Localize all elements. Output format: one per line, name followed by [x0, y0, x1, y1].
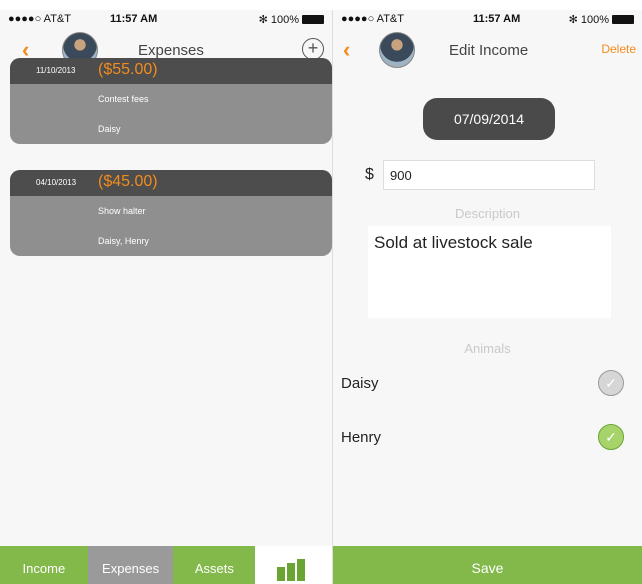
- expense-amount: ($55.00): [98, 61, 158, 78]
- expense-card-header: 04/10/2013 ($45.00): [10, 170, 332, 196]
- amount-input[interactable]: [383, 160, 595, 190]
- tab-chart[interactable]: [255, 546, 332, 584]
- add-expense-button[interactable]: +: [302, 38, 324, 60]
- bluetooth-icon: ✻: [568, 14, 578, 26]
- expenses-screen: ●●●●○ AT&T 11:57 AM ✻ 100% ‹ Expenses + …: [0, 10, 333, 584]
- currency-symbol: $: [365, 166, 374, 183]
- status-time: 11:57 AM: [473, 13, 521, 25]
- animal-name: Daisy: [341, 375, 379, 392]
- top-crop-strip: [0, 0, 642, 10]
- animal-row-daisy[interactable]: Daisy ✓: [333, 370, 642, 400]
- bluetooth-icon: ✻: [258, 14, 268, 26]
- battery-icon: [612, 15, 634, 24]
- status-time: 11:57 AM: [110, 13, 158, 25]
- unchecked-circle-icon[interactable]: ✓: [598, 370, 624, 396]
- expense-animals: Daisy: [98, 124, 121, 134]
- expense-description: Show halter: [98, 206, 146, 216]
- save-button[interactable]: Save: [333, 546, 642, 584]
- expense-amount: ($45.00): [98, 173, 158, 190]
- nav-bar: ‹ Edit Income Delete: [333, 30, 642, 72]
- battery-indicator: ✻ 100%: [259, 13, 324, 26]
- battery-indicator: ✻ 100%: [569, 13, 634, 26]
- expense-date: 04/10/2013: [36, 178, 77, 187]
- expense-description-row: Show halter: [10, 196, 332, 226]
- carrier-label: ●●●●○ AT&T: [341, 13, 404, 25]
- expense-description: Contest fees: [98, 94, 149, 104]
- battery-percent: 100%: [580, 13, 609, 26]
- expense-animals: Daisy, Henry: [98, 236, 149, 246]
- expense-animals-row: Daisy, Henry: [10, 226, 332, 256]
- page-title: Edit Income: [449, 42, 529, 59]
- tab-expenses[interactable]: Expenses: [87, 546, 174, 584]
- back-chevron-icon[interactable]: ‹: [22, 39, 29, 61]
- expense-date: 11/10/2013: [36, 66, 76, 75]
- page-title: Expenses: [138, 42, 204, 59]
- carrier-label: ●●●●○ AT&T: [8, 13, 71, 25]
- expense-card[interactable]: 11/10/2013 ($55.00) Contest fees Daisy: [10, 58, 332, 144]
- back-chevron-icon[interactable]: ‹: [343, 39, 350, 61]
- tab-assets[interactable]: Assets: [173, 546, 256, 584]
- expense-description-row: Contest fees: [10, 84, 332, 114]
- status-bar: ●●●●○ AT&T 11:57 AM ✻ 100%: [333, 10, 642, 30]
- bar-chart-icon: [277, 557, 309, 581]
- checked-circle-icon[interactable]: ✓: [598, 424, 624, 450]
- description-label: Description: [454, 206, 521, 221]
- animal-name: Henry: [341, 429, 382, 446]
- edit-income-screen: ●●●●○ AT&T 11:57 AM ✻ 100% ‹ Edit Income…: [333, 10, 642, 584]
- avatar[interactable]: [379, 32, 415, 68]
- animals-label: Animals: [464, 341, 511, 356]
- tab-bar: Income Expenses Assets: [0, 546, 332, 584]
- expense-card[interactable]: 04/10/2013 ($45.00) Show halter Daisy, Henr…: [10, 170, 332, 256]
- battery-icon: [302, 15, 324, 24]
- expense-card-header: 11/10/2013 ($55.00): [10, 58, 332, 84]
- date-picker-button[interactable]: 07/09/2014: [423, 98, 555, 140]
- battery-percent: 100%: [270, 13, 299, 26]
- delete-button[interactable]: Delete: [601, 42, 636, 56]
- status-bar: ●●●●○ AT&T 11:57 AM ✻ 100%: [0, 10, 332, 30]
- description-field[interactable]: Sold at livestock sale: [368, 226, 611, 318]
- animal-row-henry[interactable]: Henry ✓: [333, 424, 642, 454]
- expense-animals-row: Daisy: [10, 114, 332, 144]
- tab-income[interactable]: Income: [0, 546, 88, 584]
